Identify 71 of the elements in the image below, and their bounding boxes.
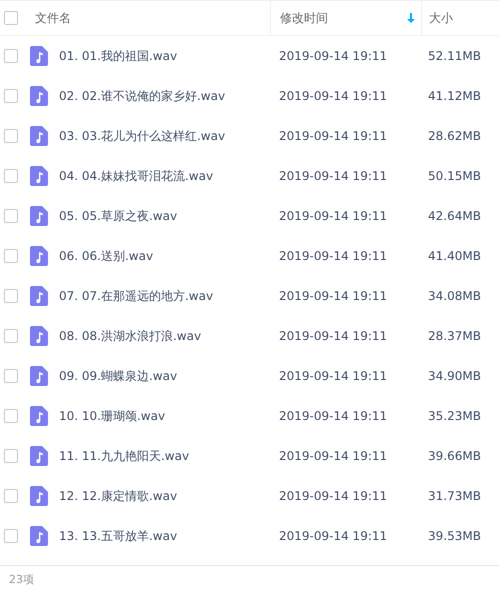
column-header[interactable]: 大小: [429, 10, 453, 26]
music-file-icon: [30, 126, 48, 146]
modified-time: 2019-09-14 19:11: [279, 209, 388, 223]
modified-time: 2019-09-14 19:11: [279, 449, 388, 463]
row-checkbox[interactable]: [4, 249, 18, 263]
music-file-icon: [30, 366, 48, 386]
row-checkbox[interactable]: [4, 209, 18, 223]
file-name[interactable]: 03. 03.花儿为什么这样红.wav: [59, 128, 226, 144]
row-checkbox[interactable]: [4, 49, 18, 63]
file-name[interactable]: 11. 11.九九艳阳天.wav: [59, 448, 190, 464]
music-file-icon: [30, 206, 48, 226]
file-size: 41.40MB: [428, 249, 481, 263]
file-size: 52.11MB: [428, 49, 481, 63]
column-header[interactable]: 文件名: [35, 10, 71, 26]
file-name[interactable]: 12. 12.康定情歌.wav: [59, 488, 178, 504]
music-file-icon: [30, 406, 48, 426]
music-file-icon: [30, 326, 48, 346]
music-file-icon: [30, 246, 48, 266]
modified-time: 2019-09-14 19:11: [279, 329, 388, 343]
file-name[interactable]: 07. 07.在那遥远的地方.wav: [59, 288, 214, 304]
file-name[interactable]: 09. 09.蝴蝶泉边.wav: [59, 368, 178, 384]
row-checkbox[interactable]: [4, 169, 18, 183]
music-file-icon: [30, 526, 48, 546]
select-all-checkbox[interactable]: [4, 11, 18, 25]
item-count: 23项: [9, 572, 34, 586]
modified-time: 2019-09-14 19:11: [279, 409, 388, 423]
file-size: 34.08MB: [428, 289, 481, 303]
file-name[interactable]: 08. 08.洪湖水浪打浪.wav: [59, 328, 202, 344]
file-name[interactable]: 05. 05.草原之夜.wav: [59, 208, 178, 224]
file-size: 39.66MB: [428, 449, 481, 463]
row-checkbox[interactable]: [4, 329, 18, 343]
row-checkbox[interactable]: [4, 529, 18, 543]
row-checkbox[interactable]: [4, 89, 18, 103]
row-checkbox[interactable]: [4, 409, 18, 423]
file-size: 42.64MB: [428, 209, 481, 223]
file-size: 39.53MB: [428, 529, 481, 543]
file-size: 28.62MB: [428, 129, 481, 143]
music-file-icon: [30, 46, 48, 66]
modified-time: 2019-09-14 19:11: [279, 169, 388, 183]
sort-down-icon[interactable]: [407, 13, 415, 23]
music-file-icon: [30, 86, 48, 106]
modified-time: 2019-09-14 19:11: [279, 49, 388, 63]
row-checkbox[interactable]: [4, 449, 18, 463]
music-file-icon: [30, 446, 48, 466]
row-checkbox[interactable]: [4, 489, 18, 503]
column-header[interactable]: 修改时间: [280, 10, 328, 26]
modified-time: 2019-09-14 19:11: [279, 529, 388, 543]
modified-time: 2019-09-14 19:11: [279, 89, 388, 103]
row-checkbox[interactable]: [4, 289, 18, 303]
file-name[interactable]: 06. 06.送别.wav: [59, 248, 154, 264]
file-name[interactable]: 01. 01.我的祖国.wav: [59, 48, 178, 64]
file-size: 28.37MB: [428, 329, 481, 343]
file-name[interactable]: 02. 02.谁不说俺的家乡好.wav: [59, 88, 226, 104]
file-name[interactable]: 13. 13.五哥放羊.wav: [59, 528, 178, 544]
modified-time: 2019-09-14 19:11: [279, 489, 388, 503]
music-file-icon: [30, 286, 48, 306]
file-size: 35.23MB: [428, 409, 481, 423]
modified-time: 2019-09-14 19:11: [279, 289, 388, 303]
music-file-icon: [30, 486, 48, 506]
file-size: 50.15MB: [428, 169, 481, 183]
row-checkbox[interactable]: [4, 129, 18, 143]
file-name[interactable]: 04. 04.妹妹找哥泪花流.wav: [59, 168, 214, 184]
file-size: 31.73MB: [428, 489, 481, 503]
file-name[interactable]: 10. 10.珊瑚颂.wav: [59, 408, 166, 424]
file-size: 41.12MB: [428, 89, 481, 103]
modified-time: 2019-09-14 19:11: [279, 129, 388, 143]
row-checkbox[interactable]: [4, 369, 18, 383]
file-size: 34.90MB: [428, 369, 481, 383]
modified-time: 2019-09-14 19:11: [279, 249, 388, 263]
modified-time: 2019-09-14 19:11: [279, 369, 388, 383]
music-file-icon: [30, 166, 48, 186]
